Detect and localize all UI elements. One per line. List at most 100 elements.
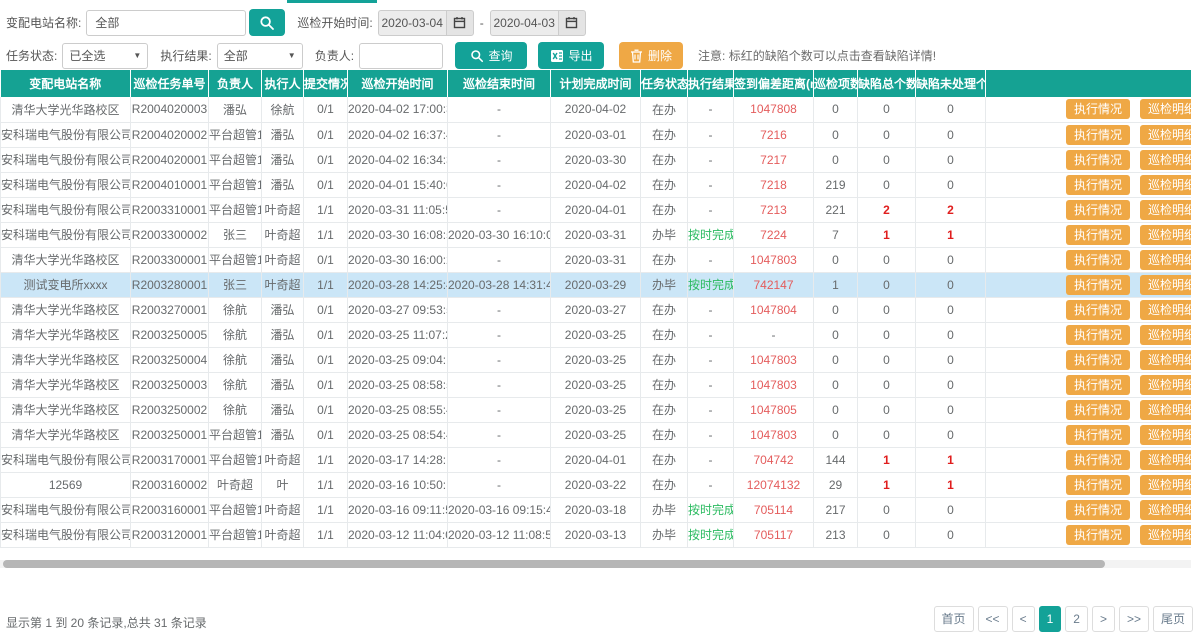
execution-status-button[interactable]: 执行情况: [1066, 175, 1130, 195]
cell-submit: 0/1: [304, 322, 348, 347]
station-name-input[interactable]: [86, 10, 246, 36]
execution-status-button[interactable]: 执行情况: [1066, 450, 1130, 470]
table-row[interactable]: 清华大学光华路校区R2003300001平台超管11叶奇超0/12020-03-…: [1, 247, 1192, 272]
table-row[interactable]: 清华大学光华路校区R2003250004徐航潘弘0/12020-03-25 09…: [1, 347, 1192, 372]
inspection-detail-button[interactable]: 巡检明细: [1140, 450, 1191, 470]
execution-status-button[interactable]: 执行情况: [1066, 525, 1130, 545]
fast-prev-button[interactable]: <<: [978, 606, 1008, 632]
cell-unhandled[interactable]: 1: [916, 222, 986, 247]
execution-status-button[interactable]: 执行情况: [1066, 375, 1130, 395]
cell-end: -: [448, 172, 551, 197]
cell-start: 2020-03-30 16:08:51: [348, 222, 448, 247]
cell-defects[interactable]: 1: [858, 472, 916, 497]
inspection-detail-button[interactable]: 巡检明细: [1140, 325, 1191, 345]
inspection-detail-button[interactable]: 巡检明细: [1140, 175, 1191, 195]
page-1-button[interactable]: 1: [1039, 606, 1062, 632]
cell-actions: 执行情况巡检明细: [986, 322, 1192, 347]
inspection-detail-button[interactable]: 巡检明细: [1140, 300, 1191, 320]
cell-status: 办毕: [641, 497, 688, 522]
cell-unhandled[interactable]: 2: [916, 197, 986, 222]
table-row[interactable]: 安科瑞电气股份有限公司E楼R2004020002平台超管11潘弘0/12020-…: [1, 122, 1192, 147]
table-row[interactable]: 安科瑞电气股份有限公司E楼R2003310001平台超管11叶奇超1/12020…: [1, 197, 1192, 222]
cell-unhandled[interactable]: 1: [916, 472, 986, 497]
prev-page-button[interactable]: <: [1012, 606, 1035, 632]
query-button[interactable]: 查询: [455, 42, 527, 69]
inspection-detail-button[interactable]: 巡检明细: [1140, 375, 1191, 395]
inspection-detail-button[interactable]: 巡检明细: [1140, 275, 1191, 295]
cell-unhandled[interactable]: 1: [916, 447, 986, 472]
table-row[interactable]: 清华大学光华路校区R2003250001平台超管11潘弘0/12020-03-2…: [1, 422, 1192, 447]
horizontal-scrollbar-thumb[interactable]: [3, 560, 1105, 568]
cell-distance: 1047803: [734, 347, 814, 372]
calendar-icon[interactable]: [446, 10, 474, 36]
execution-status-button[interactable]: 执行情况: [1066, 325, 1130, 345]
cell-manager: 徐航: [209, 322, 262, 347]
cell-defects[interactable]: 1: [858, 222, 916, 247]
execution-status-button[interactable]: 执行情况: [1066, 125, 1130, 145]
table-row[interactable]: 安科瑞电气股份有限公司E楼R2003120001平台超管11叶奇超1/12020…: [1, 522, 1192, 547]
delete-button[interactable]: 删除: [619, 42, 683, 69]
execution-status-button[interactable]: 执行情况: [1066, 250, 1130, 270]
table-row[interactable]: 安科瑞电气股份有限公司E楼R2003170001平台超管11叶奇超1/12020…: [1, 447, 1192, 472]
table-row[interactable]: 安科瑞电气股份有限公司E楼R2003160001平台超管11叶奇超1/12020…: [1, 497, 1192, 522]
inspection-detail-button[interactable]: 巡检明细: [1140, 525, 1191, 545]
execution-status-button[interactable]: 执行情况: [1066, 275, 1130, 295]
cell-defects[interactable]: 2: [858, 197, 916, 222]
table-row[interactable]: 安科瑞电气股份有限公司E楼R2004020001平台超管11潘弘0/12020-…: [1, 147, 1192, 172]
cell-distance: -: [734, 322, 814, 347]
station-search-button[interactable]: [249, 9, 285, 36]
first-page-button[interactable]: 首页: [934, 606, 974, 632]
execution-status-button[interactable]: 执行情况: [1066, 350, 1130, 370]
exec-result-select[interactable]: 全部 ▼: [217, 43, 303, 69]
inspection-detail-button[interactable]: 巡检明细: [1140, 350, 1191, 370]
owner-input[interactable]: [359, 43, 443, 69]
execution-status-button[interactable]: 执行情况: [1066, 500, 1130, 520]
inspection-detail-button[interactable]: 巡检明细: [1140, 200, 1191, 220]
date-from-input[interactable]: 2020-03-04: [378, 10, 446, 36]
record-summary: 显示第 1 到 20 条记录,总共 31 条记录: [6, 614, 207, 631]
table-row[interactable]: 测试变电所xxxxR2003280001张三叶奇超1/12020-03-28 1…: [1, 272, 1192, 297]
cell-planned: 2020-03-25: [551, 372, 641, 397]
next-page-button[interactable]: >: [1092, 606, 1115, 632]
execution-status-button[interactable]: 执行情况: [1066, 225, 1130, 245]
cell-unhandled: 0: [916, 147, 986, 172]
inspection-detail-button[interactable]: 巡检明细: [1140, 425, 1191, 445]
execution-status-button[interactable]: 执行情况: [1066, 200, 1130, 220]
inspection-detail-button[interactable]: 巡检明细: [1140, 400, 1191, 420]
execution-status-button[interactable]: 执行情况: [1066, 99, 1130, 119]
cell-end: -: [448, 447, 551, 472]
execution-status-button[interactable]: 执行情况: [1066, 150, 1130, 170]
calendar-icon[interactable]: [558, 10, 586, 36]
inspection-detail-button[interactable]: 巡检明细: [1140, 125, 1191, 145]
table-row[interactable]: 清华大学光华路校区R2003250003徐航潘弘0/12020-03-25 08…: [1, 372, 1192, 397]
inspection-detail-button[interactable]: 巡检明细: [1140, 250, 1191, 270]
execution-status-button[interactable]: 执行情况: [1066, 425, 1130, 445]
execution-status-button[interactable]: 执行情况: [1066, 475, 1130, 495]
table-row[interactable]: 清华大学光华路校区R2004020003潘弘徐航0/12020-04-02 17…: [1, 97, 1192, 122]
fast-next-button[interactable]: >>: [1119, 606, 1149, 632]
table-row[interactable]: 清华大学光华路校区R2003250005徐航潘弘0/12020-03-25 11…: [1, 322, 1192, 347]
table-row[interactable]: 清华大学光华路校区R2003270001徐航潘弘0/12020-03-27 09…: [1, 297, 1192, 322]
inspection-detail-button[interactable]: 巡检明细: [1140, 225, 1191, 245]
table-row[interactable]: 安科瑞电气股份有限公司E楼R2004010001平台超管11潘弘0/12020-…: [1, 172, 1192, 197]
cell-defects[interactable]: 1: [858, 447, 916, 472]
inspection-detail-button[interactable]: 巡检明细: [1140, 150, 1191, 170]
inspection-detail-button[interactable]: 巡检明细: [1140, 99, 1191, 119]
execution-status-button[interactable]: 执行情况: [1066, 400, 1130, 420]
date-to-input[interactable]: 2020-04-03: [490, 10, 558, 36]
page-2-button[interactable]: 2: [1065, 606, 1088, 632]
inspection-detail-button[interactable]: 巡检明细: [1140, 500, 1191, 520]
table-row[interactable]: 安科瑞电气股份有限公司E楼R2003300002张三叶奇超1/12020-03-…: [1, 222, 1192, 247]
execution-status-button[interactable]: 执行情况: [1066, 300, 1130, 320]
cell-submit: 0/1: [304, 347, 348, 372]
last-page-button[interactable]: 尾页: [1153, 606, 1193, 632]
red-defect-notice: 注意: 标红的缺陷个数可以点击查看缺陷详情!: [698, 47, 936, 64]
inspection-detail-button[interactable]: 巡检明细: [1140, 475, 1191, 495]
task-status-select[interactable]: 已全选 ▼: [62, 43, 148, 69]
cell-submit: 1/1: [304, 272, 348, 297]
table-row[interactable]: 清华大学光华路校区R2003250002徐航潘弘0/12020-03-25 08…: [1, 397, 1192, 422]
cell-defects: 0: [858, 272, 916, 297]
table-row[interactable]: 12569R2003160002叶奇超叶1/12020-03-16 10:50:…: [1, 472, 1192, 497]
cell-end: 2020-03-28 14:31:47: [448, 272, 551, 297]
export-button[interactable]: 导出: [538, 42, 604, 69]
